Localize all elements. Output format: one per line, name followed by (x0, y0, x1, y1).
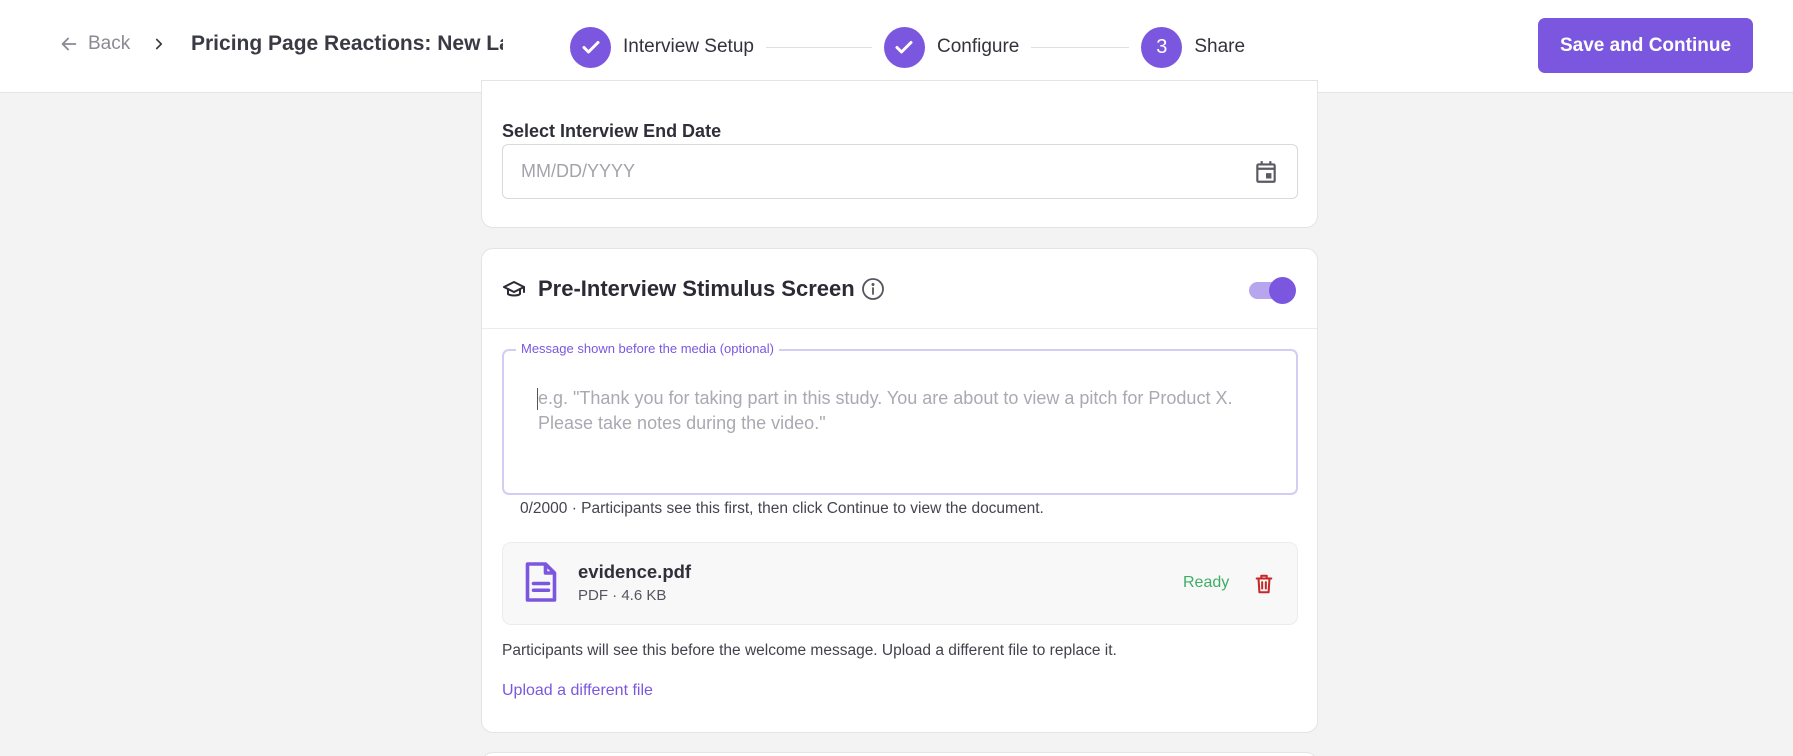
step-number-badge: 3 (1141, 26, 1183, 68)
end-date-input[interactable]: MM/DD/YYYY (502, 144, 1298, 199)
message-placeholder: e.g. "Thank you for taking part in this … (538, 388, 1233, 433)
graduation-cap-icon (503, 281, 525, 297)
upload-different-file-link[interactable]: Upload a different file (502, 682, 653, 700)
message-field-label: Message shown before the media (optional… (516, 341, 779, 356)
step-connector (1031, 46, 1130, 48)
end-date-placeholder: MM/DD/YYYY (521, 161, 636, 181)
stepper: Interview Setup Configure 3 Share (570, 26, 1245, 68)
back-label: Back (88, 33, 131, 54)
check-icon (582, 41, 599, 54)
step-interview-setup[interactable]: Interview Setup (570, 26, 754, 68)
uploaded-file-row: evidence.pdf PDF · 4.6 KB Ready (502, 542, 1298, 625)
step-share[interactable]: 3 Share (1141, 26, 1246, 68)
step-complete-badge (570, 26, 611, 68)
check-icon (895, 41, 913, 54)
stimulus-toggle[interactable] (1249, 276, 1297, 304)
end-date-label: Select Interview End Date (502, 121, 722, 141)
back-link[interactable]: Back (58, 33, 130, 55)
stimulus-header: Pre-Interview Stimulus Screen (482, 249, 1317, 329)
character-counter: 0/2000 · Participants see this first, th… (520, 500, 1044, 517)
step-label: Configure (936, 36, 1020, 57)
save-and-continue-button[interactable]: Save and Continue (1538, 18, 1753, 73)
message-textarea[interactable]: Message shown before the media (optional… (502, 341, 1298, 495)
step-label: Share (1194, 36, 1246, 57)
info-icon[interactable] (861, 277, 885, 301)
calendar-icon[interactable] (1253, 159, 1279, 185)
project-title: Pricing Page Reactions: New La (191, 32, 503, 55)
replace-help-text: Participants will see this before the we… (502, 642, 1117, 659)
stimulus-title: Pre-Interview Stimulus Screen (538, 276, 855, 301)
stimulus-card: Pre-Interview Stimulus Screen Message sh… (481, 248, 1318, 733)
file-status: Ready (1183, 574, 1230, 591)
file-meta: PDF · 4.6 KB (578, 587, 667, 604)
end-date-card: Select Interview End Date MM/DD/YYYY (481, 80, 1318, 228)
step-label: Interview Setup (623, 36, 754, 57)
toggle-knob (1269, 277, 1296, 304)
step-configure[interactable]: Configure (883, 26, 1020, 68)
file-name: evidence.pdf (578, 561, 692, 582)
chevron-right-icon (155, 38, 163, 50)
next-card (481, 752, 1318, 756)
step-connector (765, 46, 872, 48)
arrow-left-icon (61, 37, 77, 51)
document-icon (525, 562, 557, 602)
trash-icon[interactable] (1253, 572, 1275, 596)
step-complete-badge (883, 26, 925, 68)
